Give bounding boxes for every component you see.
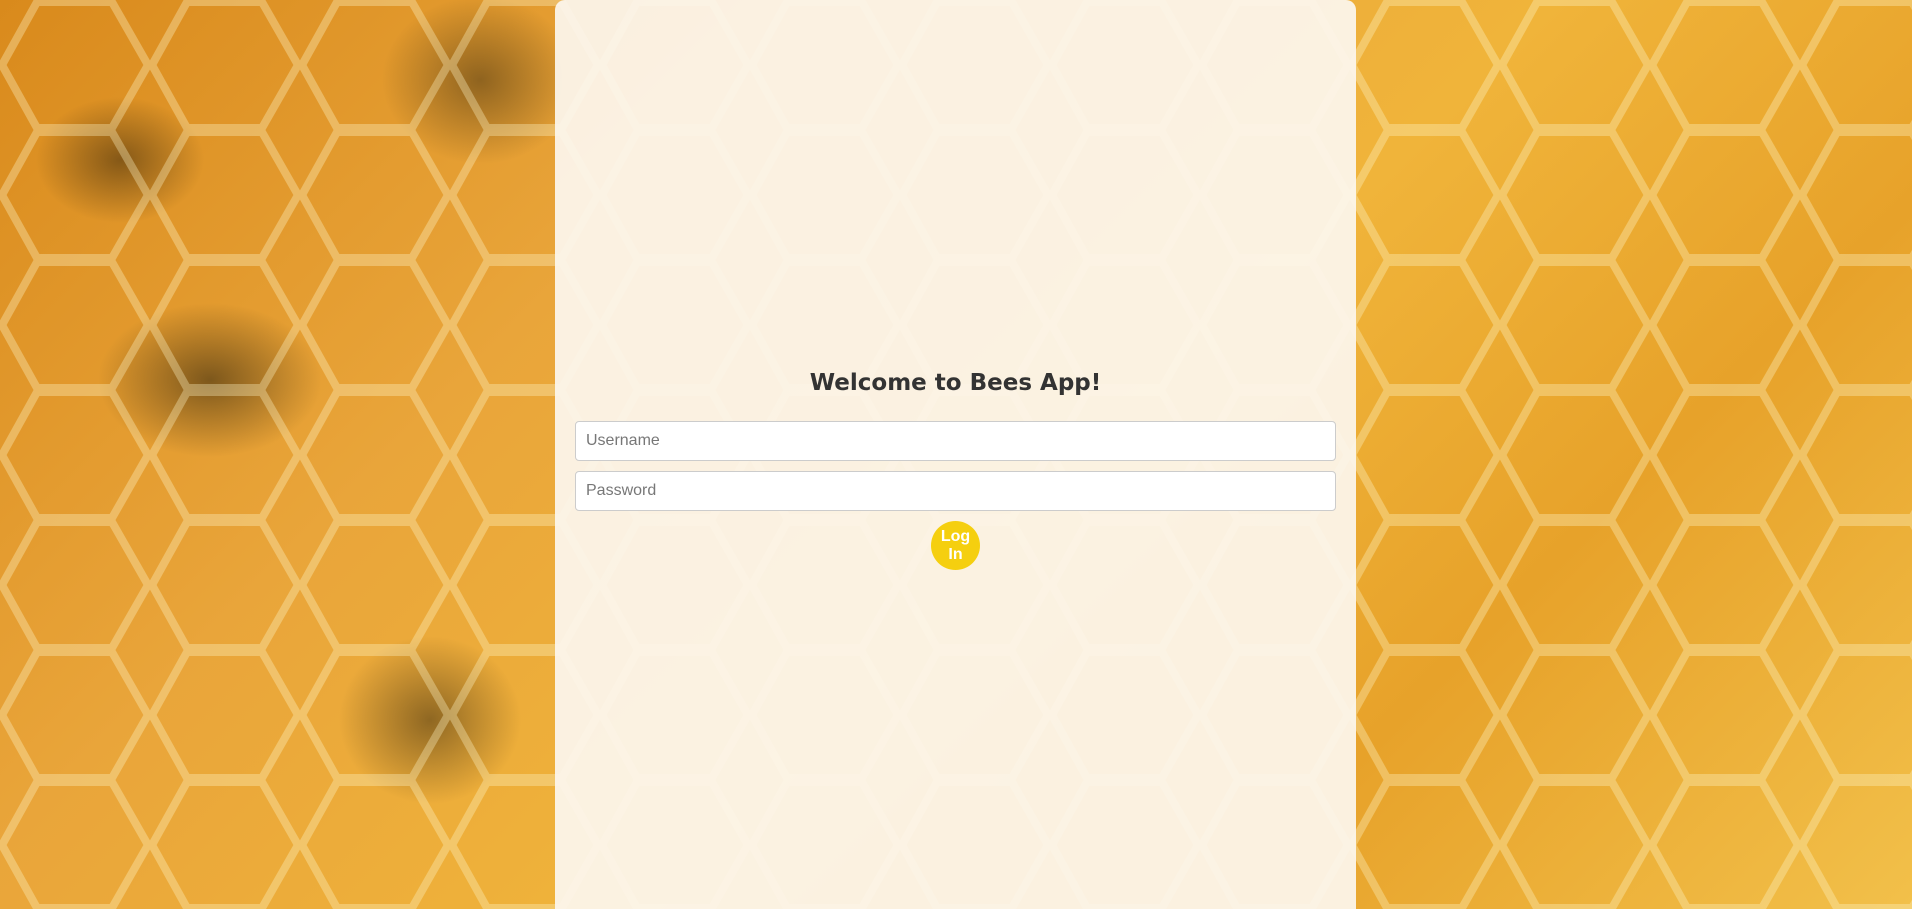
login-button[interactable]: Log In: [931, 521, 980, 570]
username-input[interactable]: [575, 421, 1336, 461]
login-card: Welcome to Bees App! Log In: [555, 0, 1356, 909]
password-input[interactable]: [575, 471, 1336, 511]
page-title: Welcome to Bees App!: [809, 370, 1102, 396]
